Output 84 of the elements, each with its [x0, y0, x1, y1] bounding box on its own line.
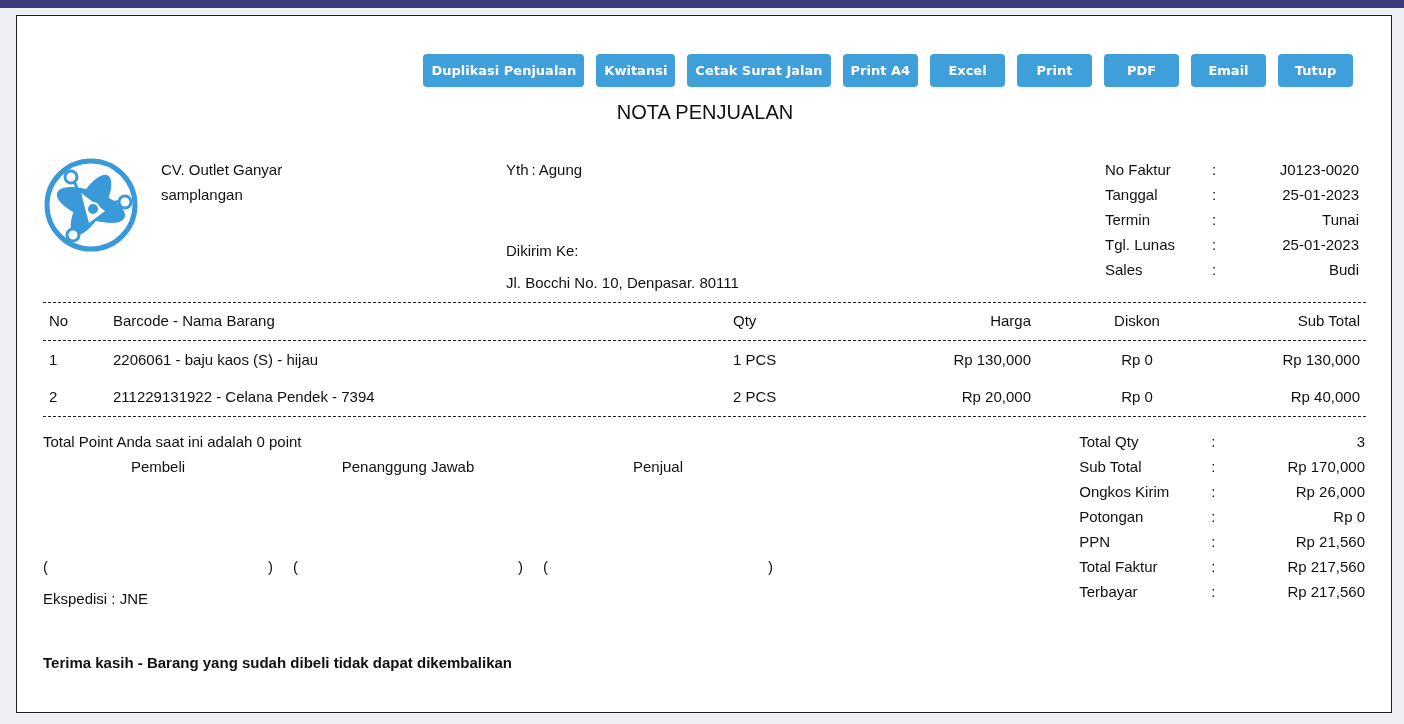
signature-bracket: ) — [518, 557, 523, 577]
column-header: No — [48, 311, 70, 332]
info-value: Rp 217,560 — [1286, 557, 1365, 577]
action-button[interactable]: Excel — [930, 54, 1005, 87]
separator: : — [1212, 235, 1218, 255]
signature-title: Penjual — [632, 457, 683, 477]
info-label: Terbayar — [1079, 582, 1139, 602]
table-cell-text: 2 PCS — [732, 387, 778, 408]
table-cell-text: Rp 0 — [1120, 349, 1154, 370]
table-cell-text: 211229131922 - Celana Pendek - 7394 — [113, 387, 376, 408]
info-label: Sales — [1105, 260, 1144, 280]
separator: : — [1211, 532, 1217, 552]
table-cell-text: Rp 40,000 — [1289, 387, 1361, 408]
info-label: No Faktur — [1105, 160, 1172, 180]
signature-bracket: ) — [768, 557, 773, 577]
column-header: Diskon — [1113, 311, 1161, 332]
separator: : — [1212, 160, 1218, 180]
info-value: Tunai — [1321, 210, 1359, 230]
points-note: Total Point Anda saat ini adalah 0 point — [43, 432, 303, 452]
separator: : — [1211, 582, 1217, 602]
info-value: Rp 0 — [1332, 507, 1365, 527]
signature-bracket: ( — [543, 557, 548, 577]
table-cell-text: 1 PCS — [732, 349, 778, 370]
info-value: J0123-0020 — [1278, 160, 1359, 180]
separator: : — [1211, 482, 1217, 502]
table-cell-text: Rp 20,000 — [960, 387, 1032, 408]
info-value: 25-01-2023 — [1281, 185, 1359, 205]
info-label: Sub Total — [1079, 457, 1143, 477]
signature-bracket: ( — [43, 557, 48, 577]
logo-icon — [43, 157, 139, 253]
separator: : — [1212, 260, 1218, 280]
action-button[interactable]: Print A4 — [842, 54, 918, 87]
column-header: Sub Total — [1296, 311, 1361, 332]
table-cell-text: 1 — [48, 349, 59, 370]
info-value: 3 — [1355, 432, 1365, 452]
table-cell-text: 2206061 - baju kaos (S) - hijau — [113, 349, 320, 370]
info-label: Tanggal — [1105, 185, 1159, 205]
column-header: Barcode - Nama Barang — [113, 311, 276, 332]
expedition-info: Ekspedisi : JNE — [43, 589, 150, 609]
action-button[interactable]: PDF — [1104, 54, 1179, 87]
signature-bracket: ) — [268, 557, 273, 577]
info-label: PPN — [1079, 532, 1112, 552]
recipient-label: Yth — [506, 160, 529, 180]
action-button[interactable]: Print — [1017, 54, 1092, 87]
info-value: Rp 26,000 — [1294, 482, 1365, 502]
shipping-address: Jl. Bocchi No. 10, Denpasar. 80111 — [506, 273, 740, 293]
footer-note: Terima kasih - Barang yang sudah dibeli tidak dapat dikembalikan — [43, 653, 514, 673]
separator: : — [1212, 185, 1218, 205]
column-header: Harga — [989, 311, 1032, 332]
action-button[interactable]: Email — [1191, 54, 1266, 87]
info-value: Rp 21,560 — [1294, 532, 1365, 552]
separator: : — [1211, 557, 1217, 577]
table-cell-text: Rp 130,000 — [952, 349, 1032, 370]
table-cell-text: Rp 130,000 — [1281, 349, 1361, 370]
separator: : — [1212, 210, 1218, 230]
company-address: samplangan — [161, 185, 244, 205]
separator: : — [1211, 432, 1217, 452]
table-cell-text: Rp 0 — [1120, 387, 1154, 408]
info-value: 25-01-2023 — [1281, 235, 1359, 255]
company-name: CV. Outlet Ganyar — [161, 160, 284, 180]
info-label: Potongan — [1079, 507, 1145, 527]
signature-title: Pembeli — [130, 457, 186, 477]
signature-bracket: ( — [293, 557, 298, 577]
signature-title: Penanggung Jawab — [341, 457, 475, 477]
info-value: Rp 217,560 — [1286, 582, 1365, 602]
action-button[interactable]: Cetak Surat Jalan — [687, 54, 831, 87]
shipping-label: Dikirim Ke: — [506, 241, 580, 261]
column-header: Qty — [732, 311, 758, 332]
separator: : — [1211, 507, 1217, 527]
table-cell-text: 2 — [48, 387, 59, 408]
recipient-name: Agung — [538, 160, 583, 180]
separator: : — [531, 160, 536, 180]
info-label: Termin — [1105, 210, 1151, 230]
invoice-title: NOTA PENJUALAN — [615, 100, 795, 125]
info-label: Total Qty — [1079, 432, 1140, 452]
info-label: Total Faktur — [1079, 557, 1159, 577]
action-button[interactable]: Duplikasi Penjualan — [423, 54, 585, 87]
info-value: Budi — [1327, 260, 1359, 280]
action-button[interactable]: Kwitansi — [596, 54, 676, 87]
info-label: Ongkos Kirim — [1079, 482, 1171, 502]
info-value: Rp 170,000 — [1286, 457, 1365, 477]
info-label: Tgl. Lunas — [1105, 235, 1177, 255]
separator: : — [1211, 457, 1217, 477]
action-button[interactable]: Tutup — [1278, 54, 1353, 87]
